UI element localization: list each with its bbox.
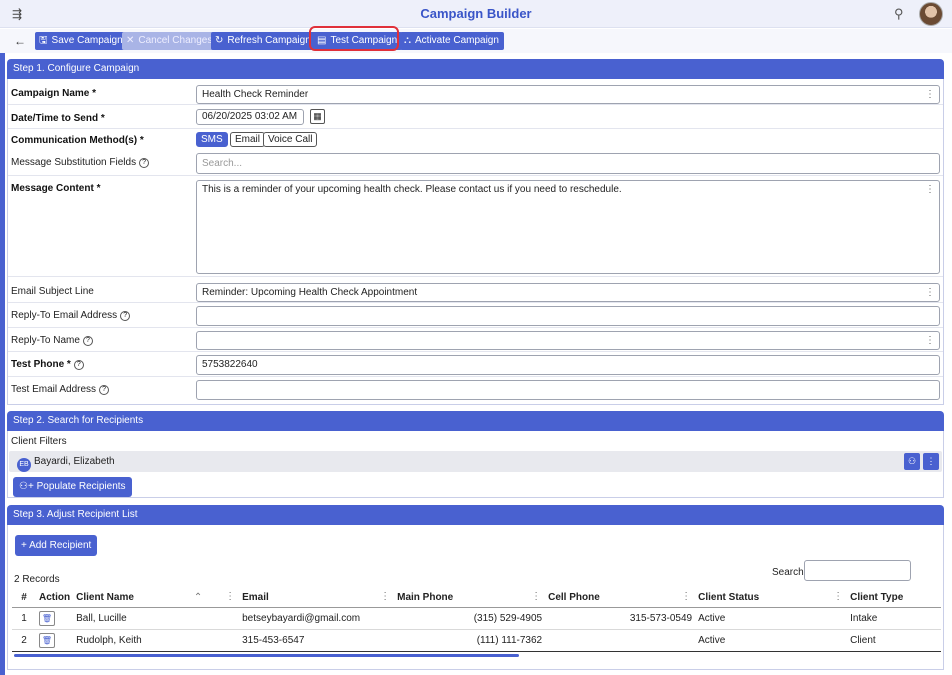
column-menu-icon[interactable]: ⋮ <box>681 591 691 602</box>
reply-name-row: Reply-To Name? ⋮ <box>8 329 943 352</box>
test-phone-row: Test Phone *? 5753822640 <box>8 353 943 377</box>
more-icon[interactable]: ⋮ <box>925 86 935 103</box>
col-number[interactable]: # <box>12 588 36 608</box>
datetime-input[interactable]: 06/20/2025 03:02 AM <box>196 109 304 125</box>
table-search-label: Search: <box>772 567 807 578</box>
filter-more-button[interactable]: ⋮ <box>923 453 939 470</box>
col-client-name[interactable]: Client Name ⌃ ⋮ <box>73 588 240 608</box>
help-icon[interactable]: ? <box>139 158 150 168</box>
refresh-icon: ↻ <box>215 35 224 46</box>
help-icon[interactable]: ? <box>73 360 84 370</box>
column-menu-icon[interactable]: ⋮ <box>380 591 390 602</box>
reply-to-email-input[interactable] <box>196 306 940 326</box>
app-title: Campaign Builder <box>420 6 532 21</box>
app-header: ⇶ Campaign Builder ⚲ <box>0 0 952 28</box>
close-icon: ✕ <box>126 35 135 46</box>
filter-users-button[interactable]: ⚇ <box>904 453 920 470</box>
datetime-row: Date/Time to Send * 06/20/2025 03:02 AM … <box>8 109 943 129</box>
client-filter-bar: EB Bayardi, Elizabeth ⚇ ⋮ <box>9 451 942 472</box>
col-client-type[interactable]: Client Type <box>847 588 941 608</box>
action-toolbar: ← 🖫 Save Campaign ✕ Cancel Changes ↻ Refres… <box>0 29 952 53</box>
refresh-campaign-button[interactable]: ↻ Refresh Campaign <box>211 32 316 50</box>
step3-header: Step 3. Adjust Recipient List <box>7 505 944 525</box>
table-header-row: # Action Client Name ⌃ ⋮ Email ⋮ Main Phone… <box>12 588 941 608</box>
filter-chip[interactable]: EB Bayardi, Elizabeth <box>17 454 115 472</box>
table-row[interactable]: 1 🗑 Ball, Lucille betseybayardi@gmail.co… <box>12 607 941 630</box>
col-action: Action <box>36 588 74 608</box>
col-client-status[interactable]: Client Status ⋮ <box>695 588 848 608</box>
message-content-textarea[interactable]: This is a reminder of your upcoming heal… <box>196 180 940 274</box>
comm-email-chip[interactable]: Email <box>230 132 266 147</box>
col-cell-phone[interactable]: Cell Phone ⋮ <box>545 588 696 608</box>
step1-header: Step 1. Configure Campaign <box>7 59 944 79</box>
recipient-table: # Action Client Name ⌃ ⋮ Email ⋮ Main Phone… <box>12 588 941 652</box>
back-arrow-icon[interactable]: ← <box>14 34 26 48</box>
reply-to-name-input[interactable]: ⋮ <box>196 331 940 350</box>
help-icon[interactable]: ? <box>120 311 131 321</box>
test-campaign-highlight <box>309 26 399 51</box>
populate-recipients-button[interactable]: ⚇+ Populate Recipients <box>13 477 132 497</box>
delete-row-icon[interactable]: 🗑 <box>39 610 55 626</box>
campaign-name-row: Campaign Name * Health Check Reminder ⋮ <box>8 84 943 105</box>
comm-sms-chip[interactable]: SMS <box>196 132 228 147</box>
message-content-row: Message Content * This is a reminder of … <box>8 177 943 277</box>
test-email-input[interactable] <box>196 380 940 400</box>
delete-row-icon[interactable]: 🗑 <box>39 632 55 648</box>
add-recipient-button[interactable]: + Add Recipient <box>15 535 98 556</box>
table-row[interactable]: 2 🗑 Rudolph, Keith 315-453-6547 (111) 11… <box>12 628 941 652</box>
calendar-icon[interactable]: ▦ <box>310 109 325 124</box>
comm-method-row: Communication Method(s) * SMS Email Voic… <box>8 131 943 150</box>
column-menu-icon[interactable]: ⋮ <box>833 591 843 602</box>
add-user-icon: ⚇+ <box>19 481 37 492</box>
step2-header: Step 2. Search for Recipients <box>7 411 944 431</box>
reply-email-row: Reply-To Email Address? <box>8 304 943 328</box>
record-count: 2 Records <box>14 574 60 585</box>
sort-asc-icon[interactable]: ⌃ <box>194 592 202 603</box>
more-icon[interactable]: ⋮ <box>925 183 935 197</box>
search-icon[interactable]: ⚲ <box>894 6 904 22</box>
col-email[interactable]: Email ⋮ <box>239 588 395 608</box>
email-subject-input[interactable]: Reminder: Upcoming Health Check Appointm… <box>196 283 940 302</box>
client-filters-label: Client Filters <box>11 436 67 447</box>
substitution-row: Message Substitution Fields? Search... <box>8 151 943 176</box>
left-rail <box>0 53 5 675</box>
substitution-search-input[interactable]: Search... <box>196 153 940 174</box>
user-avatar[interactable] <box>919 2 943 26</box>
cancel-changes-button[interactable]: ✕ Cancel Changes <box>122 32 218 50</box>
more-icon[interactable]: ⋮ <box>925 284 935 301</box>
help-icon[interactable]: ? <box>99 385 110 395</box>
col-main-phone[interactable]: Main Phone ⋮ <box>394 588 546 608</box>
column-menu-icon[interactable]: ⋮ <box>225 591 235 602</box>
subject-row: Email Subject Line Reminder: Upcoming He… <box>8 281 943 303</box>
comm-voice-chip[interactable]: Voice Call <box>263 132 318 147</box>
test-phone-input[interactable]: 5753822640 <box>196 355 940 375</box>
more-icon[interactable]: ⋮ <box>925 332 935 349</box>
help-icon[interactable]: ? <box>82 336 93 346</box>
column-menu-icon[interactable]: ⋮ <box>531 591 541 602</box>
activate-campaign-button[interactable]: ⛬ Activate Campaign <box>400 32 504 50</box>
horizontal-scrollbar[interactable] <box>14 654 519 657</box>
test-email-row: Test Email Address? <box>8 378 943 402</box>
sitemap-icon: ⛬ <box>404 35 411 46</box>
campaign-name-input[interactable]: Health Check Reminder ⋮ <box>196 85 940 104</box>
save-campaign-button[interactable]: 🖫 Save Campaign <box>35 32 128 50</box>
save-icon: 🖫 <box>39 35 48 46</box>
table-search-input[interactable] <box>804 560 911 581</box>
